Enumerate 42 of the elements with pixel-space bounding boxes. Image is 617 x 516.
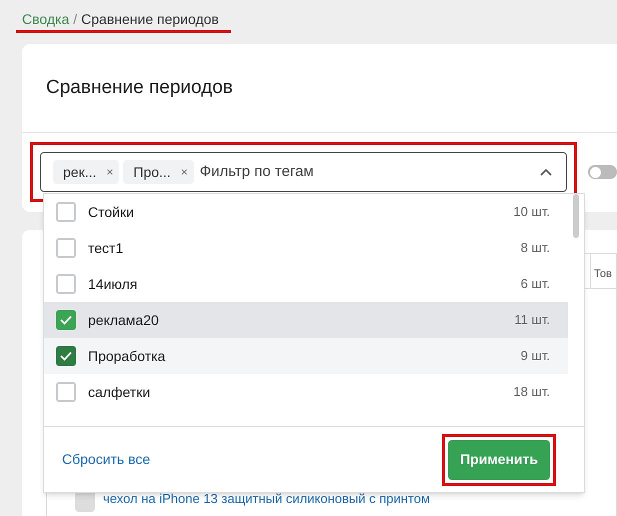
tag-count: 10 шт. — [513, 203, 550, 222]
tag-label: Стойки — [88, 202, 135, 222]
chip-remove-button[interactable]: × — [180, 163, 188, 181]
breadcrumb-separator: / — [73, 10, 78, 29]
tag-option[interactable]: салфетки 18 шт. — [44, 374, 568, 410]
scrollbar-thumb[interactable] — [573, 194, 579, 238]
tag-filter-field[interactable]: рек... × Про... × Фильтр по тегам — [40, 152, 567, 192]
page-title: Сравнение периодов — [46, 76, 233, 100]
checkbox[interactable] — [56, 202, 76, 222]
tag-option[interactable]: 14июля 6 шт. — [44, 266, 568, 302]
reset-link[interactable]: Сбросить все — [62, 449, 150, 470]
tag-count: 11 шт. — [514, 311, 550, 330]
tag-chip: рек... × — [53, 160, 120, 184]
product-link[interactable]: чехол на iPhone 13 защитный силиконовый с принтом — [103, 489, 430, 509]
table-header-cell: Тов — [590, 254, 616, 288]
tag-option[interactable]: реклама20 11 шт. — [44, 302, 568, 338]
breadcrumb-current: Сравнение периодов — [81, 10, 219, 29]
tag-count: 9 шт. — [520, 347, 550, 366]
tag-label: Проработка — [88, 346, 166, 366]
tag-count: 18 шт. — [513, 383, 550, 402]
checkbox[interactable] — [56, 238, 76, 258]
checkbox[interactable] — [56, 346, 76, 366]
tag-chip: Про... × — [123, 160, 194, 184]
tag-count: 8 шт. — [520, 239, 550, 258]
tag-option[interactable]: тест1 8 шт. — [44, 230, 568, 266]
checkbox[interactable] — [56, 310, 76, 330]
tag-label: 14июля — [88, 274, 138, 294]
tag-label: салфетки — [88, 382, 152, 402]
check-icon — [60, 315, 72, 325]
breadcrumb-link[interactable]: Сводка — [22, 9, 70, 30]
check-icon — [60, 351, 72, 361]
tag-option[interactable]: Стойки 10 шт. — [44, 194, 568, 230]
chevron-icon[interactable] — [540, 168, 552, 176]
toggle-switch[interactable] — [588, 165, 617, 179]
checkbox[interactable] — [56, 382, 76, 402]
checkbox[interactable] — [56, 274, 76, 294]
tag-label: тест1 — [88, 238, 124, 258]
tag-count: 6 шт. — [520, 275, 550, 294]
tag-label: реклама20 — [88, 310, 160, 330]
filter-placeholder: Фильтр по тегам — [200, 162, 315, 182]
chip-remove-button[interactable]: × — [106, 163, 114, 181]
tag-option[interactable]: Проработка 9 шт. — [44, 338, 568, 374]
